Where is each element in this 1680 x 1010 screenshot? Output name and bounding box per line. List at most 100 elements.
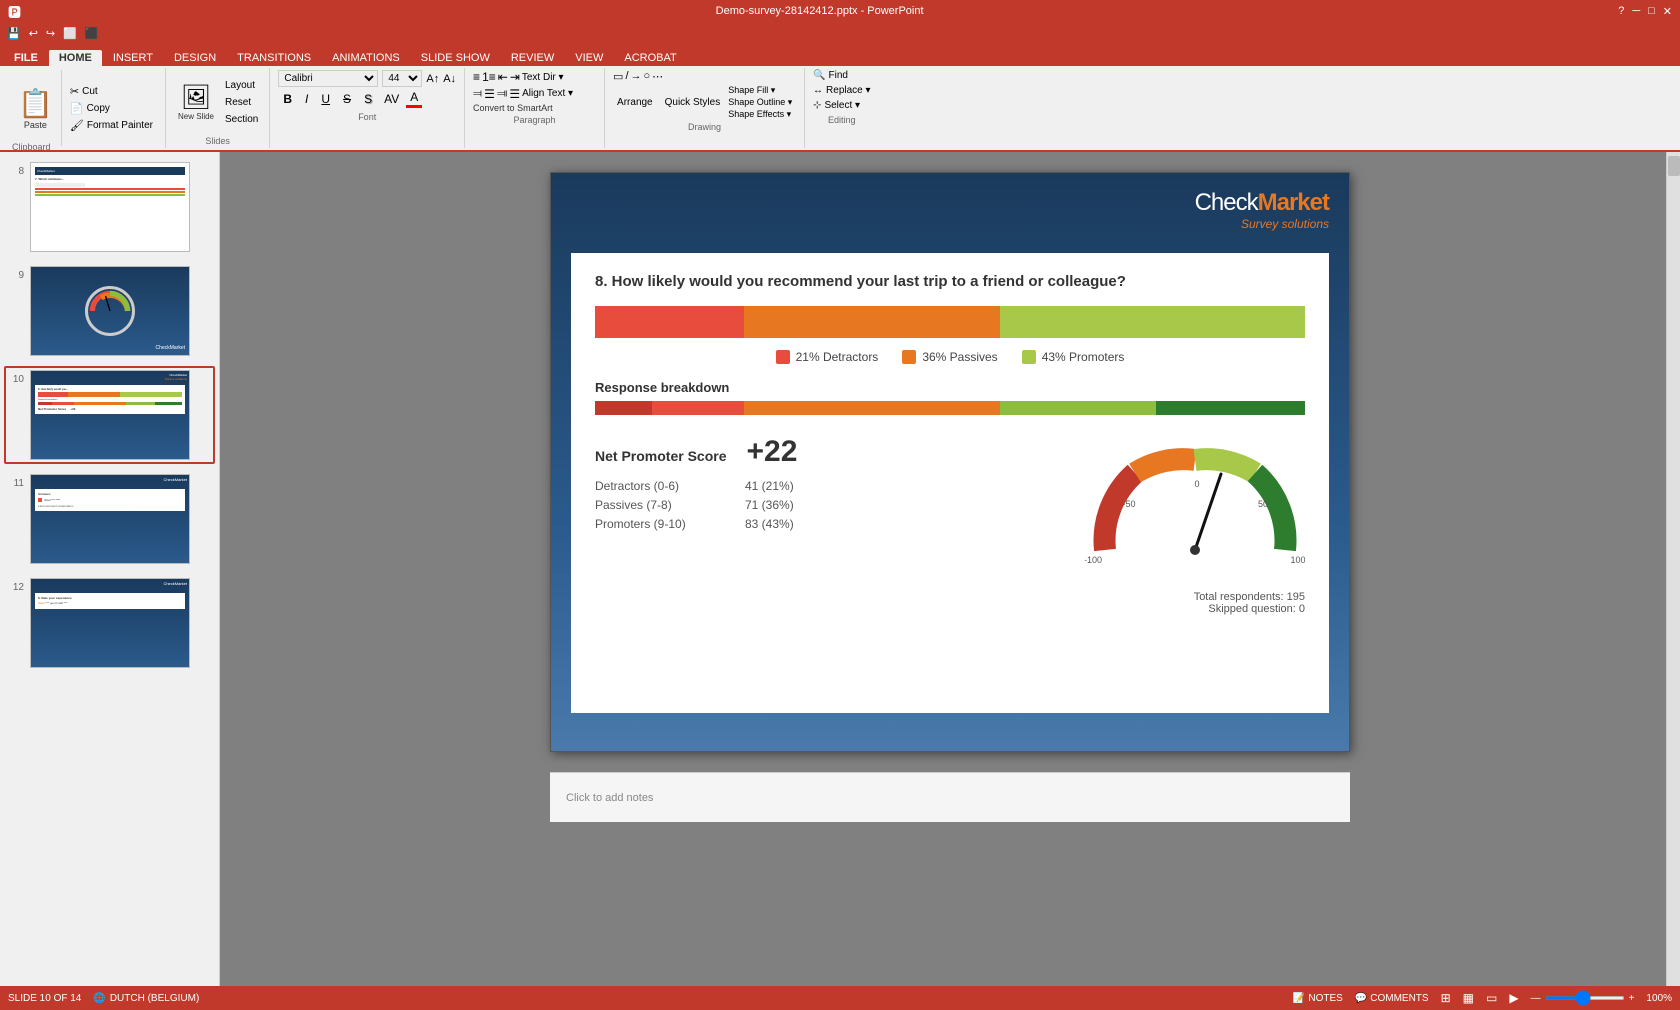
drawing-group: ▭ / → ○ ⋯ Arrange Quick Styles Shape Fil… <box>605 68 805 148</box>
font-size-select[interactable]: 44 <box>382 70 422 87</box>
slide-num-11: 11 <box>8 478 24 489</box>
reading-view-btn[interactable]: ▭ <box>1486 991 1497 1005</box>
shape-rect[interactable]: ▭ <box>613 70 623 83</box>
strikethrough-button[interactable]: S <box>338 90 356 108</box>
qat-undo[interactable]: ↩ <box>26 27 41 40</box>
font-group: Calibri 44 A↑ A↓ B I U S S AV A Font <box>270 68 465 148</box>
shadow-button[interactable]: S <box>359 90 377 108</box>
shape-outline-btn[interactable]: Shape Outline ▾ <box>728 97 792 108</box>
tab-transitions[interactable]: TRANSITIONS <box>227 50 321 66</box>
close-btn[interactable]: ✕ <box>1663 5 1672 18</box>
qat-redo[interactable]: ↪ <box>43 27 58 40</box>
tab-home[interactable]: HOME <box>49 50 102 66</box>
shape-arrow[interactable]: → <box>631 70 642 83</box>
question-text: 8. How likely would you recommend your l… <box>595 273 1305 290</box>
slide-thumb-12[interactable]: 12 CheckMarket 9. Rate your experience h… <box>4 574 215 672</box>
slides-group: 🖼 New Slide Layout Reset Section Slides <box>166 68 270 148</box>
help-btn[interactable]: ? <box>1618 5 1624 18</box>
totals-section: Total respondents: 195 Skipped question:… <box>595 591 1305 615</box>
shape-fill-btn[interactable]: Shape Fill ▾ <box>728 85 792 96</box>
minimize-btn[interactable]: ─ <box>1632 5 1640 18</box>
status-bar: SLIDE 10 OF 14 🌐 DUTCH (BELGIUM) 📝 NOTES… <box>0 986 1680 1010</box>
paragraph-group: ≡ 1≡ ⇤ ⇥ Text Dir ▾ ⫤ ☰ ⫥ ☰ Align Text ▾… <box>465 68 605 148</box>
qat-save[interactable]: 💾 <box>4 27 24 40</box>
text-direction-btn[interactable]: Text Dir ▾ <box>522 72 564 83</box>
cut-button[interactable]: ✂Cut <box>68 84 155 99</box>
qat-more[interactable]: ⬛ <box>82 27 102 40</box>
notes-area[interactable]: Click to add notes <box>550 772 1350 822</box>
slideshow-btn[interactable]: ▶ <box>1509 991 1518 1005</box>
tab-view[interactable]: VIEW <box>565 50 613 66</box>
editing-group-label: Editing <box>813 115 871 125</box>
normal-view-btn[interactable]: ⊞ <box>1441 991 1451 1005</box>
logo-check: Check <box>1195 189 1258 216</box>
font-color-button[interactable]: A <box>406 89 422 108</box>
tab-animations[interactable]: ANIMATIONS <box>322 50 410 66</box>
slide-thumb-11[interactable]: 11 CheckMarket Answers hotel *** **** La… <box>4 470 215 568</box>
font-decrease-btn[interactable]: A↓ <box>443 73 456 85</box>
font-increase-btn[interactable]: A↑ <box>426 73 439 85</box>
maximize-btn[interactable]: □ <box>1648 5 1655 18</box>
align-left-btn[interactable]: ⫤ <box>473 86 482 101</box>
paste-button[interactable]: 📋 Paste <box>10 70 62 146</box>
shape-more[interactable]: ⋯ <box>652 70 663 83</box>
notes-status-btn[interactable]: 📝 NOTES <box>1293 993 1343 1004</box>
align-center-btn[interactable]: ☰ <box>484 87 495 101</box>
new-slide-button[interactable]: 🖼 New Slide <box>174 81 218 123</box>
tab-design[interactable]: DESIGN <box>164 50 226 66</box>
copy-button[interactable]: 📄Copy <box>68 101 155 116</box>
reset-button[interactable]: Reset <box>222 96 261 109</box>
slide-sorter-btn[interactable]: ▦ <box>1463 991 1474 1005</box>
svg-text:-50: -50 <box>1122 499 1135 509</box>
zoom-slider[interactable]: — + <box>1531 993 1635 1004</box>
char-space-button[interactable]: AV <box>380 91 403 107</box>
quick-styles-button[interactable]: Quick Styles <box>661 96 725 109</box>
detractors-row: Detractors (0-6) 41 (21%) <box>595 479 1065 493</box>
arrange-button[interactable]: Arrange <box>613 96 657 109</box>
qat-extra[interactable]: ⬜ <box>60 27 80 40</box>
bullets-button[interactable]: ≡ <box>473 70 480 84</box>
tab-slideshow[interactable]: SLIDE SHOW <box>411 50 500 66</box>
tab-acrobat[interactable]: ACROBAT <box>614 50 686 66</box>
format-painter-button[interactable]: 🖌Format Painter <box>68 118 155 133</box>
bold-button[interactable]: B <box>278 90 297 108</box>
align-right-btn[interactable]: ⫥ <box>497 86 507 101</box>
svg-text:100: 100 <box>1290 555 1305 565</box>
tab-file[interactable]: FILE <box>4 50 48 66</box>
nps-label: Net Promoter Score <box>595 448 726 464</box>
slide-thumb-10[interactable]: 10 CheckMarketSurvey solutions 8. How li… <box>4 366 215 464</box>
slide-canvas[interactable]: CheckMarket Survey solutions 8. How like… <box>550 172 1350 752</box>
decrease-indent-btn[interactable]: ⇤ <box>498 70 508 84</box>
tab-insert[interactable]: INSERT <box>103 50 163 66</box>
main-bar-chart <box>595 306 1305 338</box>
logo-market: Market <box>1258 189 1329 216</box>
shape-effects-btn[interactable]: Shape Effects ▾ <box>728 109 792 120</box>
tab-review[interactable]: REVIEW <box>501 50 564 66</box>
promoters-label: Promoters (9-10) <box>595 517 725 531</box>
comments-status-btn[interactable]: 💬 COMMENTS <box>1355 993 1429 1004</box>
justify-btn[interactable]: ☰ <box>509 87 520 101</box>
slide-thumb-8[interactable]: 8 CheckMarket 7. Which attributes... <box>4 158 215 256</box>
font-family-select[interactable]: Calibri <box>278 70 378 87</box>
svg-text:50: 50 <box>1258 499 1268 509</box>
italic-button[interactable]: I <box>300 90 313 108</box>
zoom-range-input[interactable] <box>1545 996 1625 1000</box>
replace-button[interactable]: ↔Replace ▾ <box>813 85 871 96</box>
increase-indent-btn[interactable]: ⇥ <box>510 70 520 84</box>
section-button[interactable]: Section <box>222 113 261 126</box>
align-text-btn[interactable]: Align Text ▾ <box>522 88 573 99</box>
underline-button[interactable]: U <box>316 90 335 108</box>
logo-tagline: Survey solutions <box>1195 217 1329 231</box>
convert-smartart-btn[interactable]: Convert to SmartArt <box>473 103 596 113</box>
legend-detractors: 21% Detractors <box>776 350 879 364</box>
passives-value: 71 (36%) <box>745 498 794 512</box>
layout-button[interactable]: Layout <box>222 79 261 92</box>
numbering-button[interactable]: 1≡ <box>482 70 496 84</box>
find-button[interactable]: 🔍Find <box>813 70 871 81</box>
shape-line[interactable]: / <box>625 70 628 83</box>
select-button[interactable]: ⊹Select ▾ <box>813 100 871 111</box>
bar-passives <box>744 306 1000 338</box>
right-scrollbar[interactable] <box>1666 152 1680 986</box>
shape-oval[interactable]: ○ <box>644 70 651 83</box>
slide-thumb-9[interactable]: 9 CheckMarket <box>4 262 215 360</box>
